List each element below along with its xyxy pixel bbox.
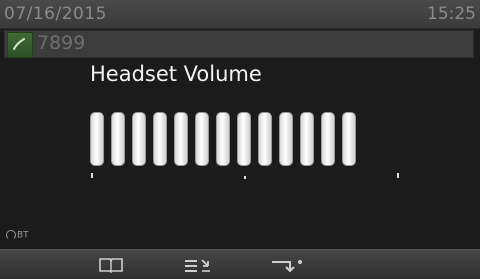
volume-bar (90, 112, 104, 166)
volume-bar (174, 112, 188, 166)
volume-title: Headset Volume (90, 62, 262, 86)
volume-bar (195, 112, 209, 166)
handset-icon (7, 32, 33, 58)
volume-bar (279, 112, 293, 166)
status-bar: 07/16/2015 15:25 (0, 0, 480, 29)
status-date: 07/16/2015 (4, 4, 107, 24)
volume-bar (216, 112, 230, 166)
line-row[interactable]: 7899 (4, 30, 474, 58)
status-time: 15:25 (427, 4, 476, 24)
bluetooth-label: BT (17, 230, 29, 241)
volume-bar (342, 112, 356, 166)
volume-bar (153, 112, 167, 166)
volume-tick-mid (244, 176, 246, 179)
bluetooth-indicator: BT (6, 230, 29, 241)
volume-bar (258, 112, 272, 166)
volume-bar (321, 112, 335, 166)
volume-bar (300, 112, 314, 166)
call-list-icon[interactable] (184, 256, 212, 278)
volume-level-meter (90, 112, 370, 168)
directory-book-icon[interactable] (98, 256, 124, 278)
volume-bar (132, 112, 146, 166)
softkey-bar (0, 249, 480, 279)
volume-bar (237, 112, 251, 166)
phone-screen: 07/16/2015 15:25 7899 Headset Volume BT (0, 0, 480, 279)
line-number: 7899 (37, 32, 86, 54)
volume-tick-min (91, 173, 93, 178)
headset-icon (6, 230, 16, 240)
volume-tick-max (397, 173, 399, 178)
forward-icon[interactable] (270, 256, 304, 278)
volume-bar (111, 112, 125, 166)
